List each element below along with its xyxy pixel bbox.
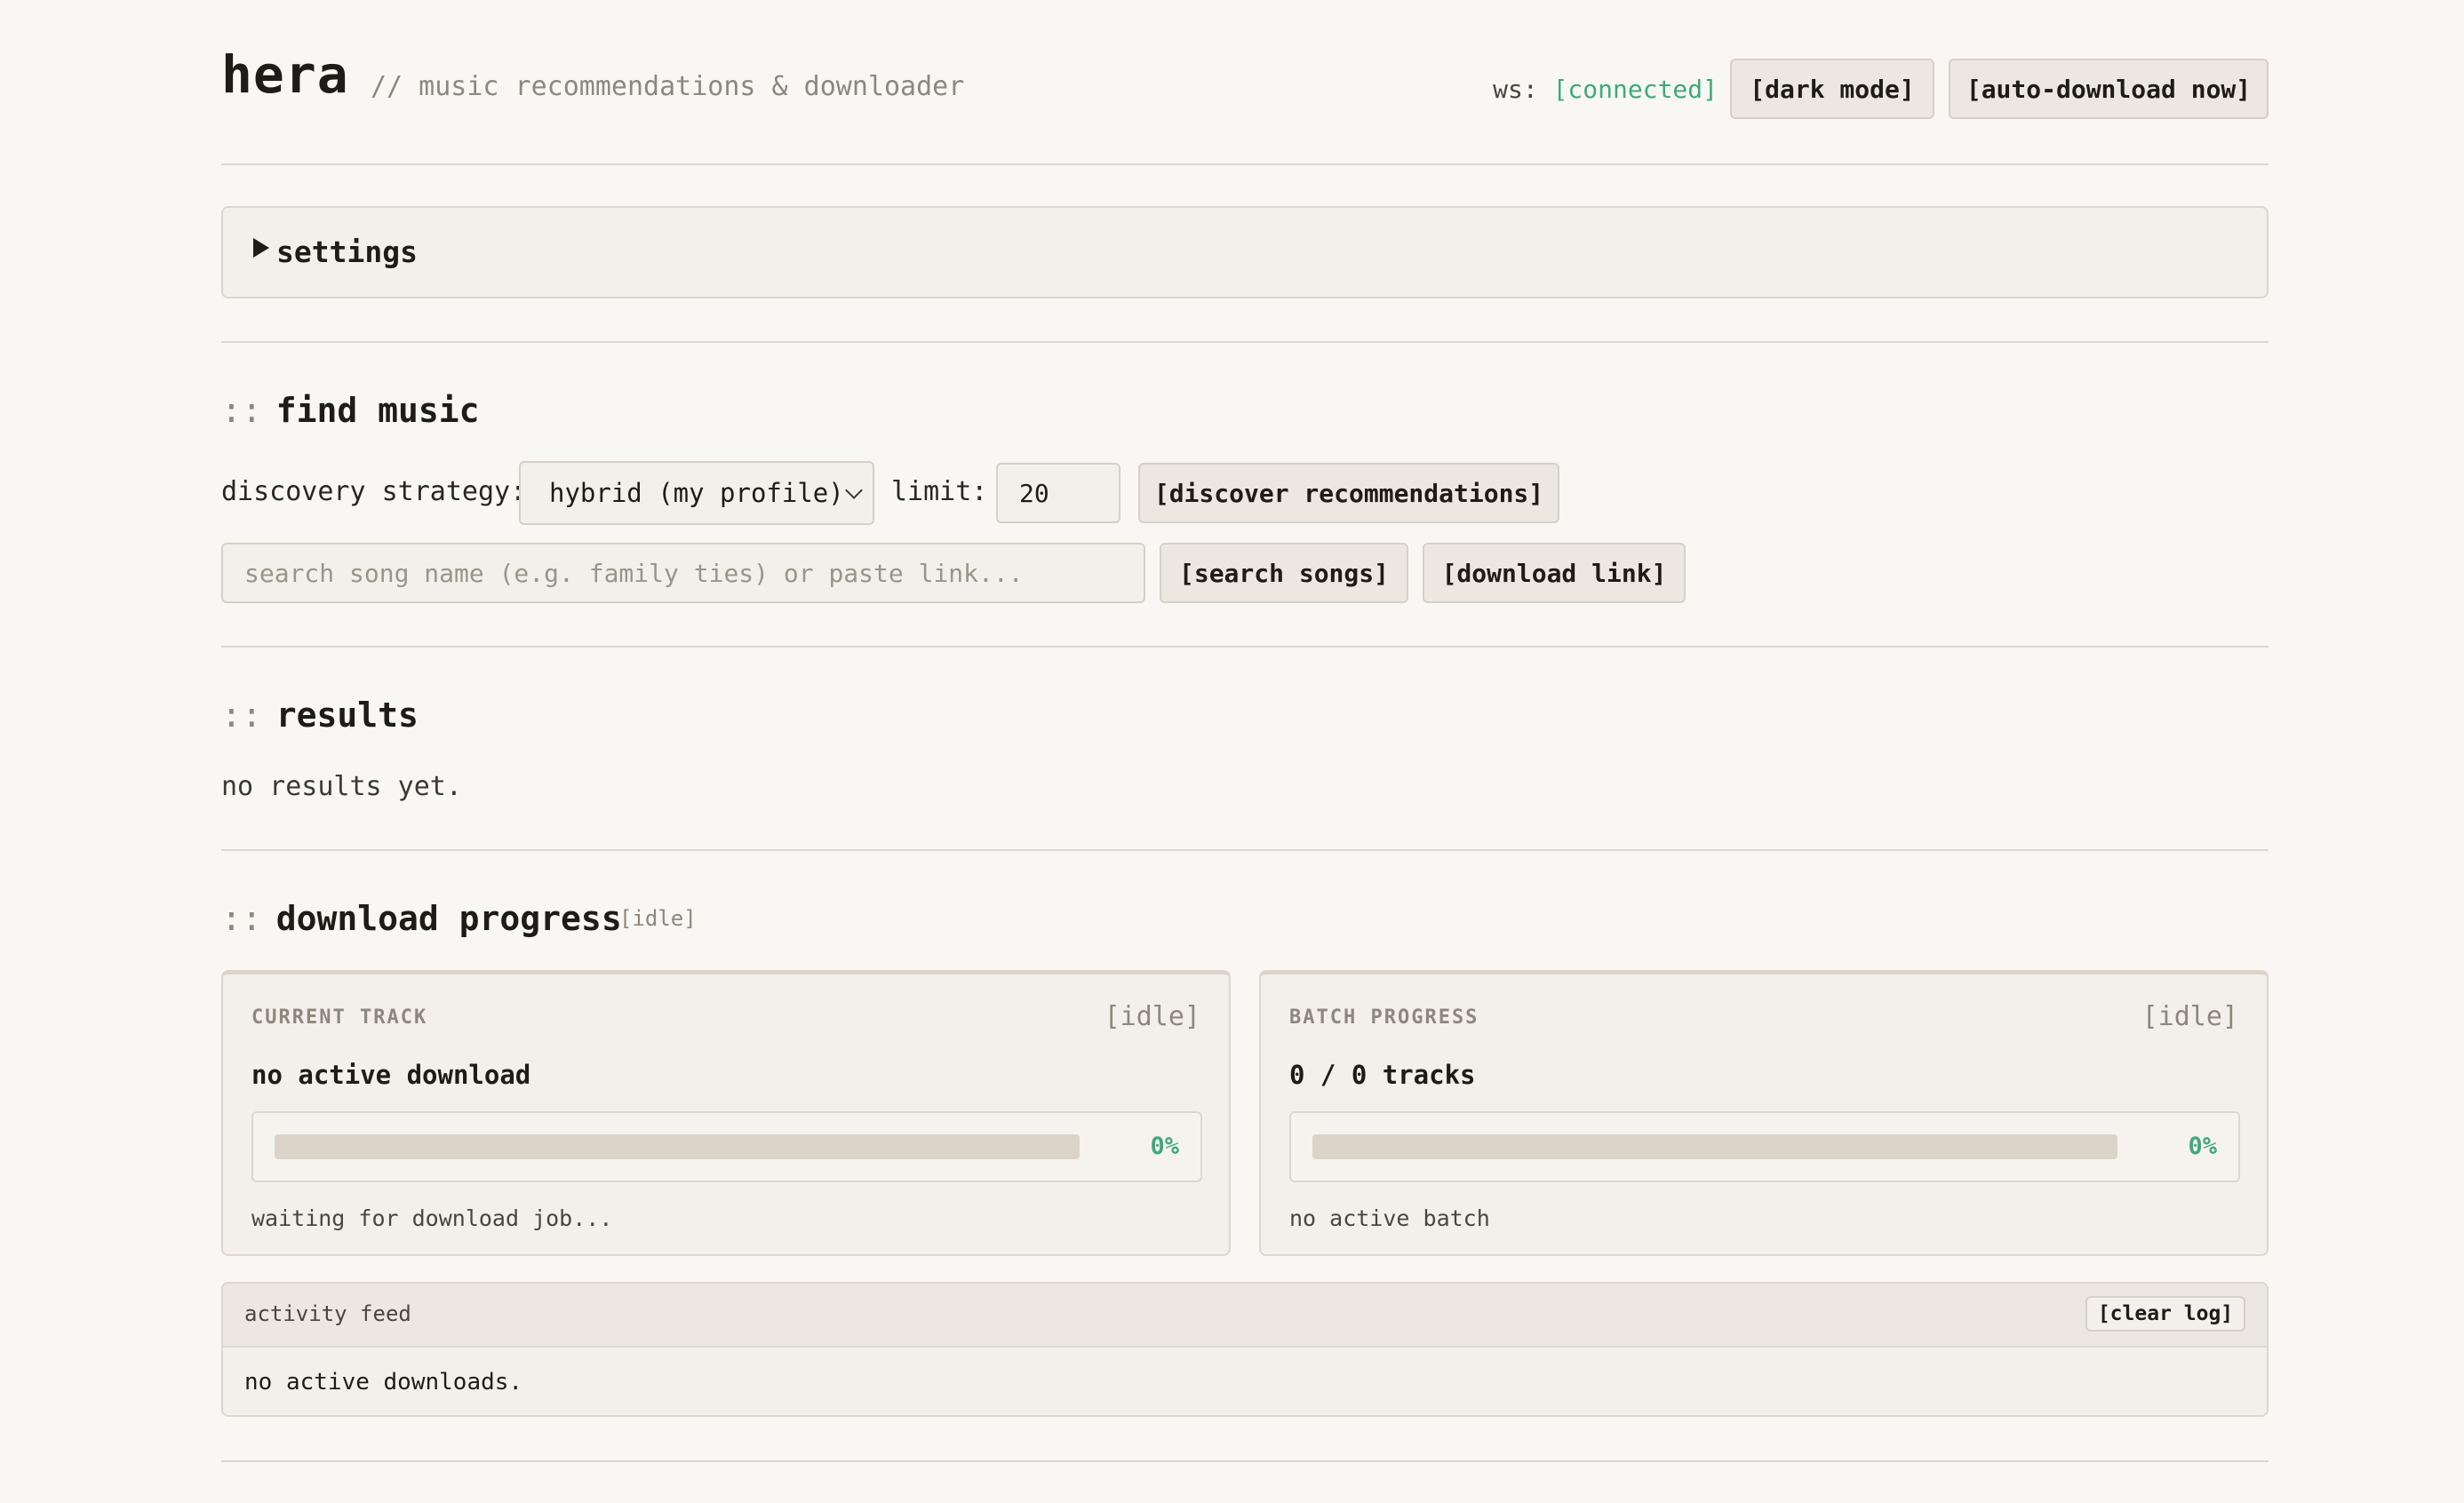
batch-progress: 0%	[1289, 1111, 2240, 1182]
divider	[221, 646, 2269, 648]
activity-feed-header: activity feed [clear log]	[223, 1284, 2267, 1348]
progress-track	[275, 1134, 1080, 1159]
settings-label: settings	[276, 235, 418, 269]
activity-feed-title: activity feed	[244, 1301, 411, 1326]
download-status-badge: [idle]	[619, 906, 697, 931]
batch-progress-card: BATCH PROGRESS [idle] 0 / 0 tracks 0% no…	[1259, 970, 2269, 1256]
activity-feed-body: no active downloads.	[244, 1369, 523, 1396]
app-subtitle: // music recommendations & downloader	[371, 71, 965, 102]
current-track-kicker: CURRENT TRACK	[251, 1006, 428, 1029]
divider	[221, 1460, 2269, 1462]
current-track-headline: no active download	[251, 1060, 531, 1090]
websocket-status: ws: [connected]	[1493, 75, 1718, 104]
strategy-selected-value: hybrid (my profile)	[549, 478, 844, 508]
expand-triangle-icon	[253, 238, 269, 258]
progress-track	[1312, 1134, 2117, 1159]
download-link-button[interactable]: [download link]	[1423, 543, 1686, 603]
search-input[interactable]	[221, 543, 1145, 603]
batch-state: [idle]	[2141, 1001, 2238, 1032]
results-heading: :: results	[221, 696, 419, 735]
current-track-progress: 0%	[251, 1111, 1202, 1182]
app-title: hera	[221, 44, 349, 105]
batch-percent: 0%	[2188, 1133, 2217, 1160]
header: hera // music recommendations & download…	[221, 0, 2269, 165]
current-track-note: waiting for download job...	[251, 1205, 613, 1231]
ws-status-value: [connected]	[1552, 75, 1718, 104]
download-progress-title: download progress	[275, 899, 622, 938]
chevron-down-icon	[845, 481, 863, 499]
section-prefix: ::	[221, 696, 262, 735]
strategy-select[interactable]: hybrid (my profile)	[519, 461, 874, 525]
clear-log-button[interactable]: [clear log]	[2085, 1296, 2245, 1332]
find-music-heading: :: find music	[221, 391, 480, 430]
batch-note: no active batch	[1289, 1205, 1490, 1231]
discover-recommendations-button[interactable]: [discover recommendations]	[1138, 463, 1559, 523]
limit-label: limit:	[891, 476, 988, 507]
strategy-label: discovery strategy:	[221, 476, 527, 507]
batch-headline: 0 / 0 tracks	[1289, 1060, 1476, 1090]
download-progress-heading: :: download progress	[221, 899, 622, 938]
current-track-percent: 0%	[1150, 1133, 1179, 1160]
section-prefix: ::	[221, 899, 262, 938]
search-songs-button[interactable]: [search songs]	[1160, 543, 1408, 603]
current-track-state: [idle]	[1104, 1001, 1200, 1032]
divider	[221, 341, 2269, 343]
dark-mode-button[interactable]: [dark mode]	[1730, 59, 1934, 119]
find-music-title: find music	[275, 391, 480, 430]
divider	[221, 849, 2269, 851]
auto-download-now-button[interactable]: [auto-download now]	[1949, 59, 2269, 119]
limit-input[interactable]	[996, 463, 1120, 523]
current-track-card: CURRENT TRACK [idle] no active download …	[221, 970, 1231, 1256]
results-empty-text: no results yet.	[221, 771, 462, 802]
ws-label: ws:	[1493, 75, 1538, 104]
results-title: results	[275, 696, 419, 735]
batch-kicker: BATCH PROGRESS	[1289, 1006, 1479, 1029]
section-prefix: ::	[221, 391, 262, 430]
settings-toggle[interactable]: settings	[221, 206, 2269, 298]
activity-feed: activity feed [clear log] no active down…	[221, 1282, 2269, 1417]
